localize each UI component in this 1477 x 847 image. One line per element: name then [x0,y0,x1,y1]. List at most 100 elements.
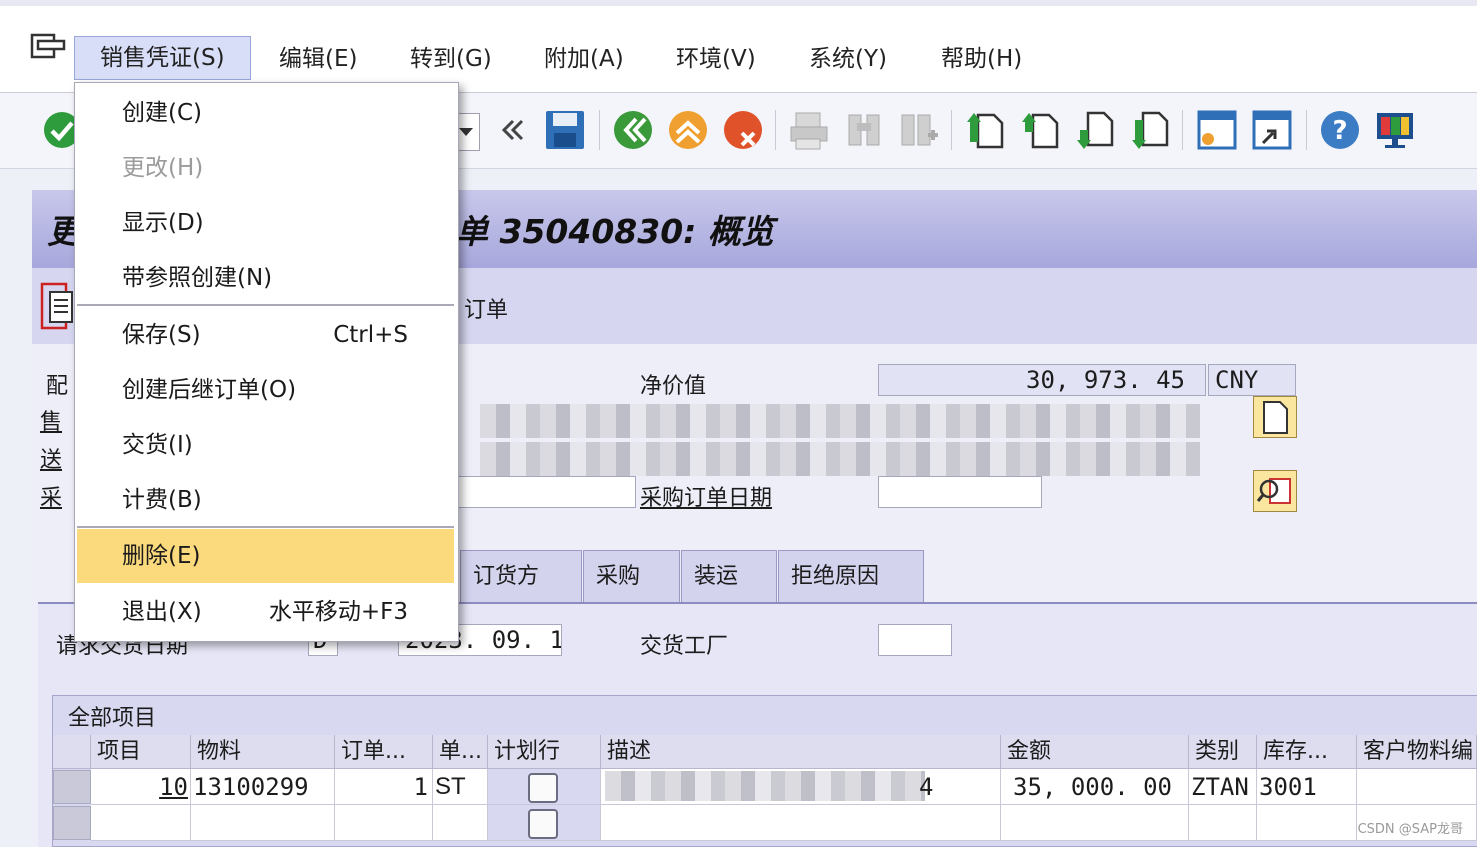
menu-system[interactable]: 系统(Y) [785,40,911,78]
save-shortcut: Ctrl+S [333,322,408,348]
document-flow-icon[interactable] [40,282,76,332]
table-cell-empty[interactable] [335,805,433,841]
menu-item-exit[interactable]: 退出(X) 水平移动+F3 [75,585,456,639]
menu-separator [77,526,454,528]
find-next-icon [897,108,941,152]
po-date-label: 采购订单日期 [640,486,773,511]
menu-item-billing[interactable]: 计费(B) [75,473,456,527]
schedule-line-checkbox[interactable] [528,773,558,803]
table-cell-qty[interactable]: 1 [335,769,433,805]
header-label-po[interactable]: 采 [40,480,62,512]
tab-reason-rejection[interactable]: 拒绝原因 [778,550,924,602]
help-icon[interactable]: ? [1318,108,1362,152]
col-material[interactable]: 物料 [191,735,335,769]
col-amount[interactable]: 金额 [1001,735,1189,769]
toolbar-separator [599,110,600,150]
header-label-ship-to[interactable]: 送 [40,442,62,474]
table-cell-empty[interactable] [1001,805,1189,841]
table-cell-description[interactable]: 4 [601,769,1001,805]
exit-shortcut: 水平移动+F3 [268,599,408,625]
menu-item-save[interactable]: 保存(S) Ctrl+S [75,308,456,362]
cancel-icon[interactable] [721,108,765,152]
menu-icon[interactable] [30,32,68,62]
col-order-qty[interactable]: 订单... [335,735,433,769]
back-icon[interactable] [611,108,655,152]
table-cell-empty[interactable] [433,805,488,841]
schedule-line-checkbox[interactable] [528,809,558,839]
menu-item-create-with-reference[interactable]: 带参照创建(N) [75,251,456,305]
save-icon[interactable] [543,108,587,152]
new-session-icon[interactable] [1195,108,1239,152]
svg-text:?: ? [1332,116,1347,146]
menu-environment[interactable]: 环境(V) [652,40,780,78]
col-schedule-line[interactable]: 计划行 [488,735,601,769]
menu-extras[interactable]: 附加(A) [520,40,648,78]
table-cell-unit[interactable]: ST [433,769,488,805]
shortcut-icon[interactable] [1250,108,1294,152]
po-date-field[interactable] [878,476,1042,508]
menu-separator [77,304,454,306]
display-doc-icon[interactable] [1253,396,1297,438]
col-customer-material[interactable]: 客户物料编 [1357,735,1477,769]
col-unit[interactable]: 单... [433,735,488,769]
header-label-sold-to[interactable]: 售 [40,404,62,436]
menu-item-display[interactable]: 显示(D) [75,196,456,250]
table-cell-item[interactable]: 10 [91,769,191,805]
next-page-icon[interactable] [1073,108,1117,152]
table-cell-empty[interactable] [191,805,335,841]
menu-help[interactable]: 帮助(H) [917,40,1046,78]
header-label-1: 配 [46,374,69,399]
table-cell-empty[interactable] [1189,805,1257,841]
row-selector[interactable] [53,770,91,804]
page-title-main: 单 35040830: 概览 [455,212,774,251]
toolbar-separator [951,110,952,150]
partner-search-icon[interactable] [1253,470,1297,512]
row-selector[interactable] [53,806,91,840]
po-number-field[interactable] [456,476,636,508]
menu-item-create[interactable]: 创建(C) [75,86,456,140]
tab-shipping[interactable]: 装运 [681,550,777,602]
back-arrows-icon[interactable] [490,108,534,152]
col-description[interactable]: 描述 [601,735,1001,769]
menu-sales-document[interactable]: 销售凭证(S) [74,36,251,80]
first-page-icon[interactable] [963,108,1007,152]
toolbar-separator [775,110,776,150]
tab-sold-to-party[interactable]: 订货方 [460,550,582,602]
col-item[interactable]: 项目 [91,735,191,769]
delivering-plant-label: 交货工厂 [640,634,729,659]
exit-icon[interactable] [666,108,710,152]
table-cell-empty[interactable] [601,805,1001,841]
orders-button-label[interactable]: 订单 [464,292,508,324]
print-icon [787,108,831,152]
currency-field: CNY [1208,364,1296,396]
menu-item-change: 更改(H) [122,155,204,181]
menu-goto[interactable]: 转到(G) [386,40,516,78]
menu-item-create-subsequent-order[interactable]: 创建后继订单(O) [75,363,456,417]
menu-item-delete[interactable]: 删除(E) [77,529,454,583]
table-cell-customer-material[interactable] [1357,769,1477,805]
layout-icon[interactable] [1373,108,1417,152]
delivering-plant-field[interactable] [878,624,952,656]
last-page-icon[interactable] [1128,108,1172,152]
table-cell-empty[interactable] [1257,805,1357,841]
menu-item-delivery[interactable]: 交货(I) [75,418,456,472]
table-cell-category[interactable]: ZTAN [1189,769,1257,805]
prev-page-icon[interactable] [1018,108,1062,152]
redacted-description [605,771,925,801]
net-value-label: 净价值 [640,374,707,399]
menu-edit[interactable]: 编辑(E) [255,40,381,78]
table-cell-empty[interactable] [91,805,191,841]
col-storage[interactable]: 库存... [1257,735,1357,769]
tab-purchasing[interactable]: 采购 [583,550,680,602]
select-all-header[interactable] [53,735,91,769]
sales-document-dropdown: 创建(C) 更改(H) 显示(D) 带参照创建(N) 保存(S) Ctrl+S 创… [74,82,459,642]
window-top-border [0,0,1477,6]
table-cell-amount[interactable]: 35, 000. 00 [1001,769,1189,805]
toolbar-separator [1306,110,1307,150]
table-cell-storage[interactable]: 3001 [1257,769,1357,805]
table-cell-material[interactable]: 13100299 [191,769,335,805]
description-tail: 4 [919,773,934,801]
redacted-sold-to [480,404,1200,438]
items-table-title: 全部项目 [68,706,157,731]
col-category[interactable]: 类别 [1189,735,1257,769]
